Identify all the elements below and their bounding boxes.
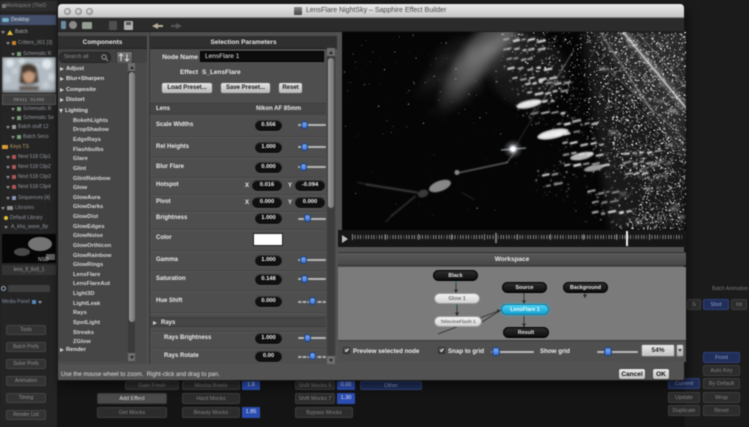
svg-text:NSD: NSD bbox=[38, 257, 49, 263]
svg-text:LVLY: LVLY bbox=[644, 212, 669, 222]
